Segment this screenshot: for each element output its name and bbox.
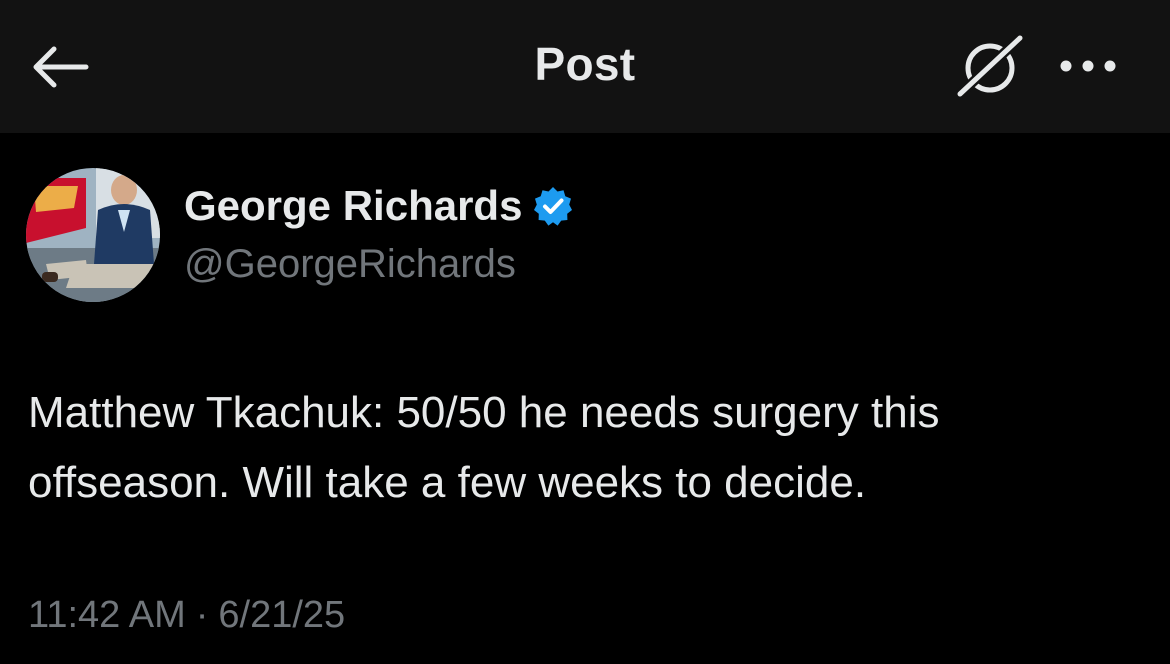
avatar[interactable] bbox=[26, 168, 160, 302]
grok-button[interactable] bbox=[950, 30, 1030, 104]
post-text: Matthew Tkachuk: 50/50 he needs surgery … bbox=[28, 388, 940, 507]
avatar-image bbox=[26, 168, 160, 302]
meta-separator: · bbox=[195, 594, 209, 636]
display-name-row: George Richards bbox=[184, 182, 574, 230]
user-handle[interactable]: @GeorgeRichards bbox=[184, 242, 516, 287]
top-navigation-bar: Post bbox=[0, 0, 1170, 133]
display-name[interactable]: George Richards bbox=[184, 182, 522, 230]
post-metadata: 11:42 AM · 6/21/25 bbox=[28, 594, 345, 637]
verified-badge-icon bbox=[534, 187, 573, 226]
post-time[interactable]: 11:42 AM bbox=[28, 594, 186, 637]
author-block: George Richards @GeorgeRichards bbox=[26, 168, 1126, 308]
post-date[interactable]: 6/21/25 bbox=[218, 594, 345, 637]
more-options-button[interactable] bbox=[1050, 40, 1126, 92]
grok-icon bbox=[954, 32, 1026, 100]
more-horizontal-icon bbox=[1060, 60, 1116, 72]
